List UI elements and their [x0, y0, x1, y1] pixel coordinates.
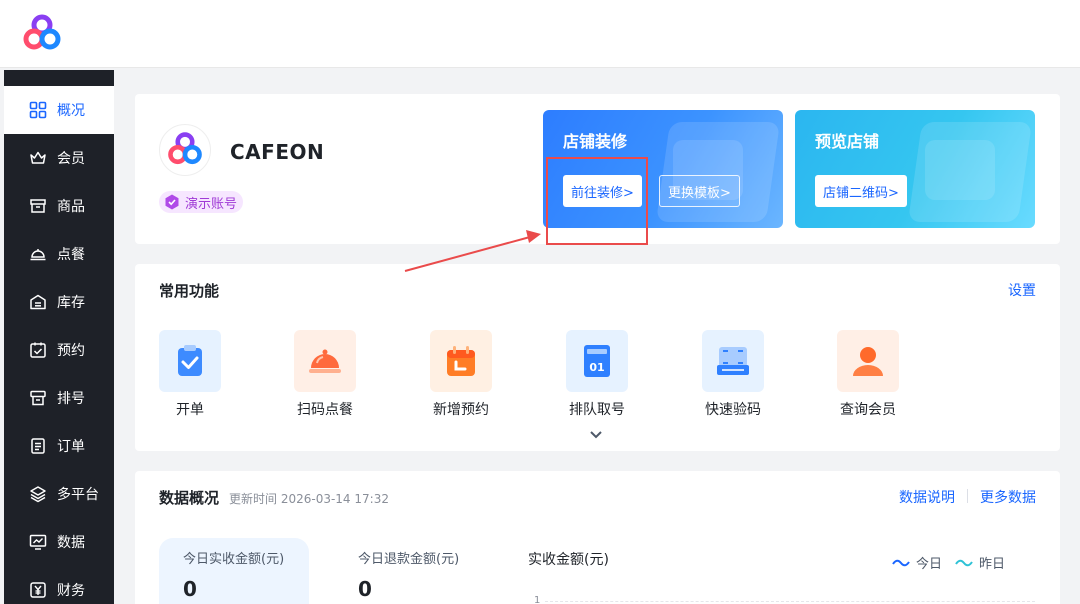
grid-icon: [28, 100, 48, 120]
stat-label: 今日实收金额(元): [183, 552, 285, 567]
sidebar-item-queue[interactable]: 排号: [4, 374, 114, 422]
common-functions-card: 常用功能 设置 开单 扫码点餐 新增预约 01 排队取号 快速验码 查询会员: [135, 264, 1060, 451]
sidebar-item-goods[interactable]: 商品: [4, 182, 114, 230]
legend-yesterday[interactable]: 昨日: [955, 553, 1005, 572]
sidebar-item-reservation[interactable]: 预约: [4, 326, 114, 374]
demo-badge-label: 演示账号: [185, 196, 238, 212]
func-queue-number[interactable]: 01 排队取号: [552, 330, 642, 419]
sidebar-item-ordering[interactable]: 点餐: [4, 230, 114, 278]
func-new-reservation[interactable]: 新增预约: [416, 330, 506, 419]
sidebar-item-finance[interactable]: 财务: [4, 566, 114, 604]
func-label: 排队取号: [569, 402, 625, 418]
sidebar-item-member[interactable]: 会员: [4, 134, 114, 182]
legend-label: 昨日: [979, 557, 1006, 572]
clipboard-check-icon: [159, 330, 221, 392]
qr-decor-shape: [925, 140, 995, 200]
store-decoration-title: 店铺装修: [563, 132, 628, 151]
wave-line-icon: [955, 559, 973, 566]
stat-value: 0: [358, 577, 372, 601]
chevron-down-icon[interactable]: [588, 429, 604, 441]
member-icon: [837, 330, 899, 392]
yen-icon: [28, 580, 48, 600]
data-overview-header: 数据概况 更新时间 2026-03-14 17:32: [159, 487, 389, 508]
sidebar-item-orders[interactable]: 订单: [4, 422, 114, 470]
sidebar-item-label: 点餐: [57, 247, 85, 263]
grid-line: [545, 601, 1035, 602]
store-name: CAFEON: [230, 140, 325, 164]
sidebar-item-label: 会员: [57, 151, 85, 167]
common-functions-title: 常用功能: [159, 282, 220, 300]
sidebar-item-label: 预约: [57, 343, 85, 359]
sidebar-item-label: 排号: [57, 391, 85, 407]
func-label: 扫码点餐: [297, 402, 353, 418]
link-divider: [967, 489, 968, 503]
sidebar-item-label: 库存: [57, 295, 85, 311]
monitor-chart-icon: [28, 532, 48, 552]
store-logo: [159, 124, 211, 176]
top-bar: [0, 0, 1080, 68]
box-icon: [28, 196, 48, 216]
sidebar-item-label: 数据: [57, 535, 85, 551]
hexagon-check-icon: [165, 194, 179, 210]
func-label: 开单: [176, 402, 204, 418]
sidebar-item-label: 订单: [57, 439, 85, 455]
queue-icon: [28, 388, 48, 408]
stat-value: 0: [183, 577, 197, 601]
sidebar-item-inventory[interactable]: 库存: [4, 278, 114, 326]
data-overview-card: 数据概况 更新时间 2026-03-14 17:32 数据说明 更多数据 今日实…: [135, 471, 1060, 604]
annotation-highlight-box: [546, 157, 648, 245]
func-label: 新增预约: [433, 402, 489, 418]
sidebar-item-label: 多平台: [57, 487, 99, 503]
sidebar-item-data[interactable]: 数据: [4, 518, 114, 566]
sidebar: 概况 会员 商品 点餐 库存 预约 排号 订单 多平台 数据 财务: [4, 70, 114, 604]
y-axis-tick: 1: [534, 595, 541, 604]
calendar-check-icon: [28, 340, 48, 360]
sidebar-item-overview[interactable]: 概况: [4, 86, 114, 134]
calendar-icon: [430, 330, 492, 392]
change-template-button[interactable]: 更换模板>: [659, 175, 740, 207]
settings-link[interactable]: 设置: [1008, 280, 1036, 300]
func-label: 快速验码: [705, 402, 761, 418]
layers-icon: [28, 484, 48, 504]
chart-title: 实收金额(元): [528, 552, 609, 568]
store-qrcode-button[interactable]: 店铺二维码>: [815, 175, 907, 207]
func-open-order[interactable]: 开单: [145, 330, 235, 419]
crown-icon: [28, 148, 48, 168]
data-explain-link[interactable]: 数据说明: [899, 487, 955, 507]
preview-store-card: 预览店铺 店铺二维码>: [795, 110, 1035, 228]
dish-icon: [28, 244, 48, 264]
wave-line-icon: [892, 559, 910, 566]
sidebar-item-label: 财务: [57, 583, 85, 599]
stat-label: 今日退款金额(元): [358, 552, 460, 567]
legend-today[interactable]: 今日: [892, 553, 942, 572]
func-quick-verify[interactable]: 快速验码: [688, 330, 778, 419]
legend-label: 今日: [916, 557, 943, 572]
sidebar-item-multiplatform[interactable]: 多平台: [4, 470, 114, 518]
data-overview-title: 数据概况: [159, 489, 220, 507]
scanner-icon: [702, 330, 764, 392]
func-scan-order[interactable]: 扫码点餐: [280, 330, 370, 419]
func-label: 查询会员: [840, 402, 896, 418]
update-time: 更新时间 2026-03-14 17:32: [229, 492, 389, 506]
inventory-icon: [28, 292, 48, 312]
sidebar-item-label: 商品: [57, 199, 85, 215]
more-data-link[interactable]: 更多数据: [980, 487, 1036, 507]
order-icon: [28, 436, 48, 456]
ticket-number-icon: 01: [566, 330, 628, 392]
app-logo[interactable]: [20, 12, 64, 56]
sidebar-item-label: 概况: [57, 103, 85, 119]
demo-account-badge: 演示账号: [159, 191, 244, 213]
ticket-number-text: 01: [589, 361, 604, 374]
func-query-member[interactable]: 查询会员: [823, 330, 913, 419]
preview-store-title: 预览店铺: [815, 132, 880, 151]
dish-cloche-icon: [294, 330, 356, 392]
